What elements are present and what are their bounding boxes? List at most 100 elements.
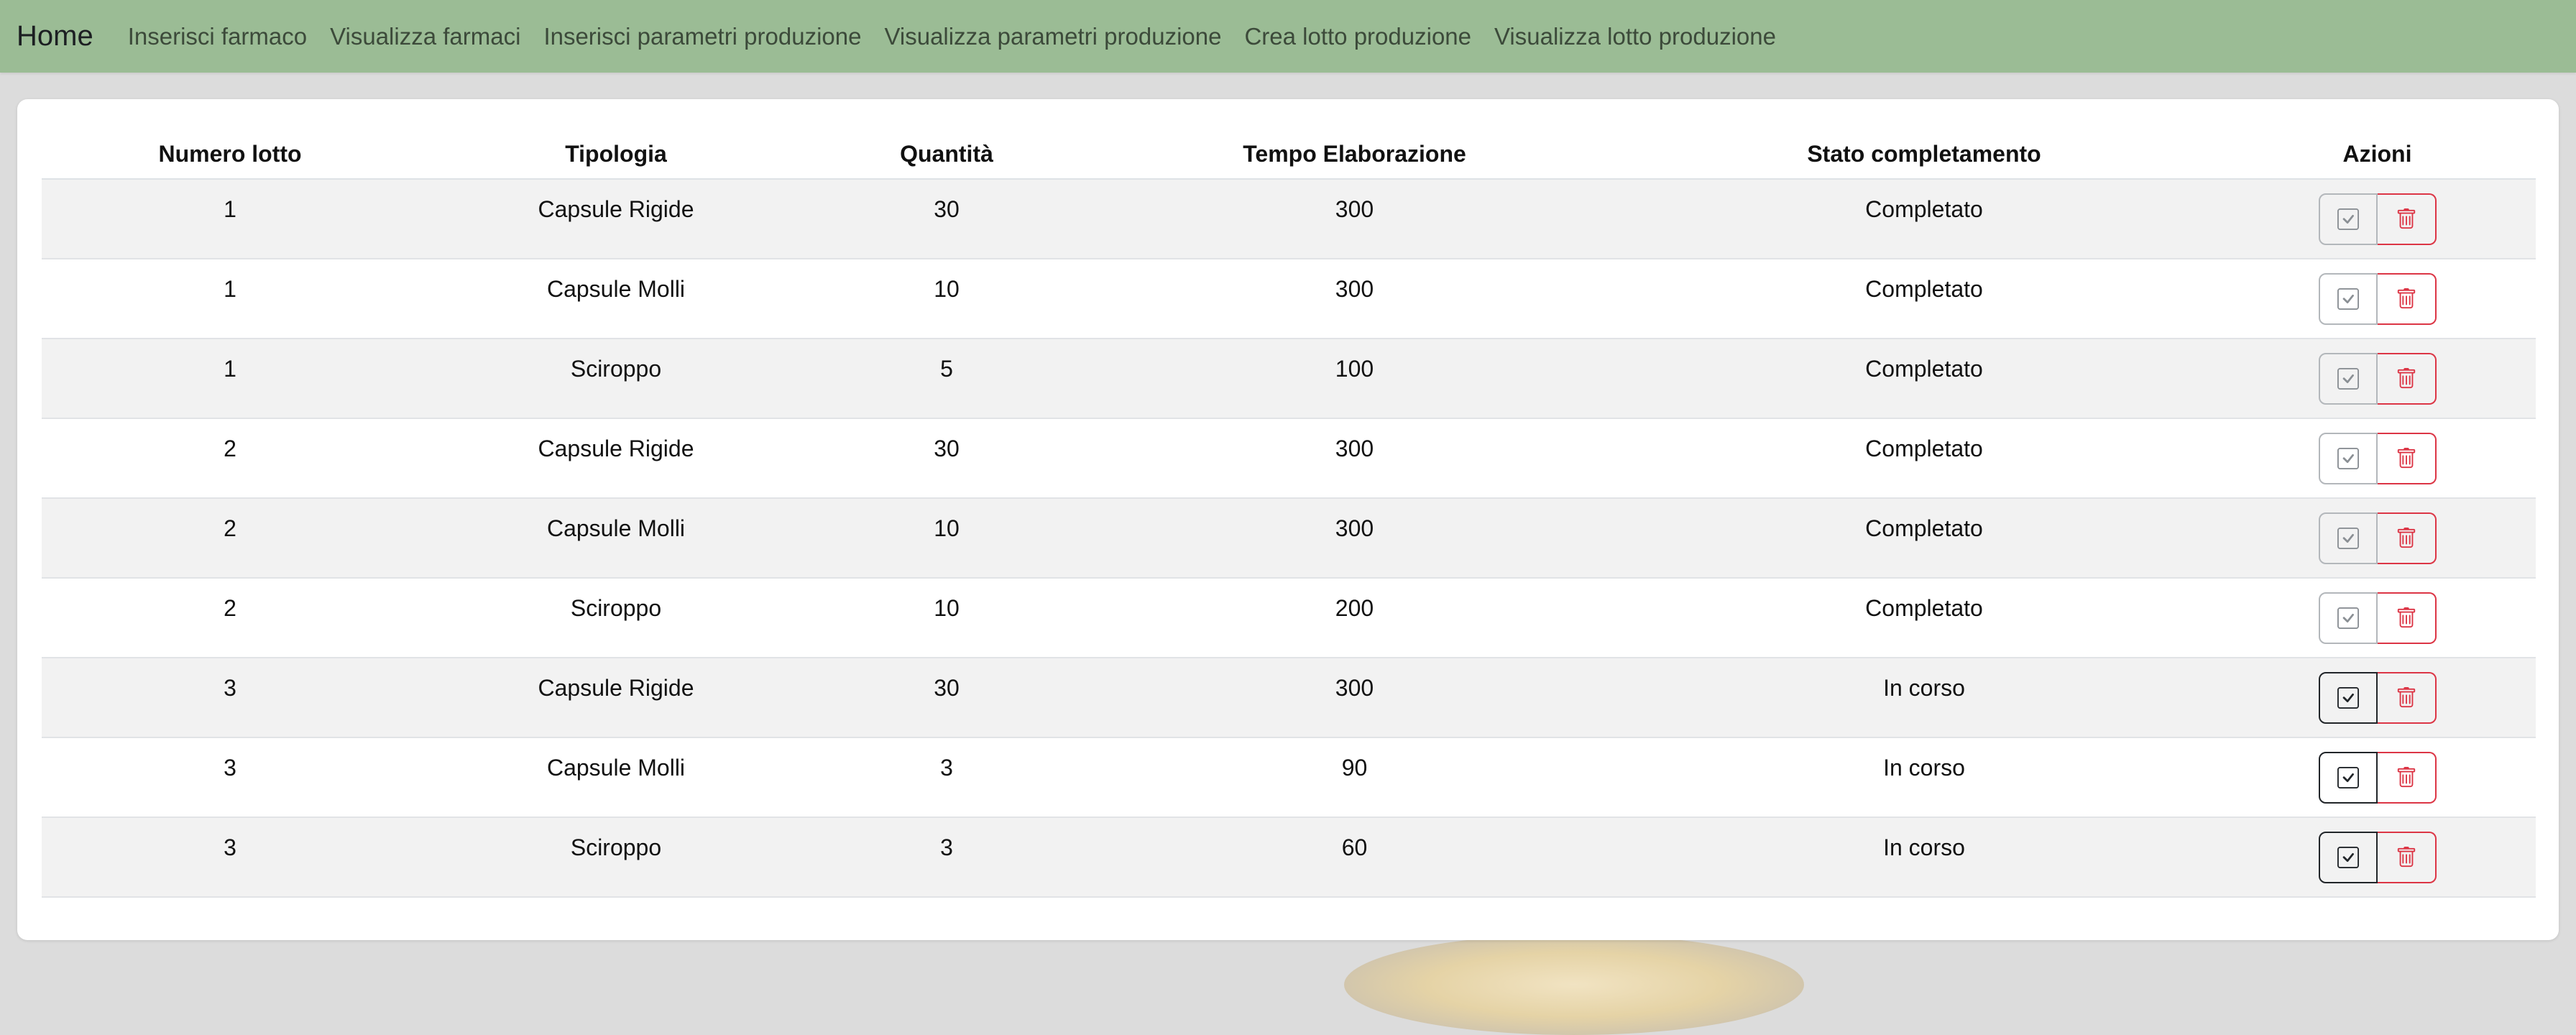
table-row: 1 Sciroppo 5 100 Completato	[42, 339, 2536, 419]
cell-tempo-elaborazione: 300	[1080, 658, 1629, 738]
check-square-icon	[2337, 208, 2359, 230]
cell-tempo-elaborazione: 300	[1080, 498, 1629, 579]
delete-lot-button[interactable]	[2377, 751, 2437, 804]
cell-tempo-elaborazione: 300	[1080, 259, 1629, 339]
cell-quantita: 30	[814, 418, 1080, 499]
table-row: 2 Sciroppo 10 200 Completato	[42, 578, 2536, 658]
action-button-group	[2318, 592, 2437, 644]
nav-link-inserisci-farmaco[interactable]: Inserisci farmaco	[128, 23, 307, 50]
cell-azioni	[2219, 339, 2536, 419]
cell-tipologia-text: Capsule Rigide	[538, 675, 694, 701]
delete-lot-button[interactable]	[2377, 432, 2437, 484]
action-button-group	[2318, 352, 2437, 405]
nav-link-visualizza-parametri-produzione[interactable]: Visualizza parametri produzione	[884, 23, 1221, 50]
cell-tempo-elaborazione: 200	[1080, 578, 1629, 658]
trash-icon	[2396, 208, 2417, 230]
nav-home-link[interactable]: Home	[17, 20, 93, 52]
cell-numero-lotto: 1	[42, 259, 418, 339]
header-stato-completamento: Stato completamento	[1629, 129, 2219, 180]
cell-tipologia: Sciroppo	[418, 339, 814, 419]
complete-lot-button[interactable]	[2318, 193, 2378, 245]
delete-lot-button[interactable]	[2377, 831, 2437, 883]
cell-tipologia: Capsule Molli	[418, 259, 814, 339]
check-square-icon	[2337, 846, 2359, 868]
cell-tempo-elaborazione: 100	[1080, 339, 1629, 419]
cell-stato-completamento: Completato	[1629, 578, 2219, 658]
action-button-group	[2318, 671, 2437, 724]
cell-tempo-elaborazione: 300	[1080, 418, 1629, 499]
check-square-icon	[2337, 367, 2359, 390]
delete-lot-button[interactable]	[2377, 193, 2437, 245]
cell-stato-completamento-text: Completato	[1865, 196, 1983, 222]
cell-azioni	[2219, 817, 2536, 898]
delete-lot-button[interactable]	[2377, 671, 2437, 724]
cell-quantita-text: 3	[940, 755, 953, 781]
cell-tempo-elaborazione: 90	[1080, 737, 1629, 818]
cell-quantita: 10	[814, 498, 1080, 579]
cell-tempo-elaborazione-text: 100	[1335, 356, 1374, 382]
cell-tipologia-text: Capsule Rigide	[538, 196, 694, 222]
complete-lot-button[interactable]	[2318, 751, 2378, 804]
check-square-icon	[2337, 447, 2359, 469]
production-lots-table: Numero lotto Tipologia Quantità Tempo El…	[42, 129, 2536, 898]
delete-lot-button[interactable]	[2377, 352, 2437, 405]
cell-tipologia: Sciroppo	[418, 578, 814, 658]
check-square-icon	[2337, 288, 2359, 310]
nav-link-inserisci-parametri-produzione[interactable]: Inserisci parametri produzione	[543, 23, 861, 50]
complete-lot-button[interactable]	[2318, 512, 2378, 564]
complete-lot-button[interactable]	[2318, 352, 2378, 405]
action-button-group	[2318, 751, 2437, 804]
cell-tempo-elaborazione-text: 200	[1335, 595, 1374, 621]
complete-lot-button[interactable]	[2318, 592, 2378, 644]
complete-lot-button[interactable]	[2318, 272, 2378, 325]
background-image	[1344, 934, 1804, 1035]
cell-tipologia: Capsule Rigide	[418, 179, 814, 259]
cell-quantita: 10	[814, 259, 1080, 339]
cell-numero-lotto: 2	[42, 498, 418, 579]
cell-tipologia-text: Sciroppo	[570, 356, 662, 382]
nav-link-visualizza-lotto-produzione[interactable]: Visualizza lotto produzione	[1494, 23, 1776, 50]
trash-icon	[2396, 527, 2417, 549]
trash-icon	[2396, 367, 2417, 390]
cell-quantita-text: 30	[934, 675, 960, 701]
complete-lot-button[interactable]	[2318, 831, 2378, 883]
delete-lot-button[interactable]	[2377, 592, 2437, 644]
nav-link-crea-lotto-produzione[interactable]: Crea lotto produzione	[1244, 23, 1471, 50]
cell-numero-lotto-text: 3	[224, 675, 236, 701]
cell-azioni	[2219, 179, 2536, 259]
trash-icon	[2396, 288, 2417, 310]
cell-stato-completamento-text: Completato	[1865, 595, 1983, 621]
cell-stato-completamento-text: Completato	[1865, 436, 1983, 461]
cell-azioni	[2219, 737, 2536, 818]
table-row: 2 Capsule Rigide 30 300 Completato	[42, 418, 2536, 499]
table-row: 3 Capsule Rigide 30 300 In corso	[42, 658, 2536, 738]
nav-link-visualizza-farmaci[interactable]: Visualizza farmaci	[330, 23, 520, 50]
header-numero-lotto: Numero lotto	[42, 129, 418, 180]
cell-tempo-elaborazione-text: 300	[1335, 436, 1374, 461]
delete-lot-button[interactable]	[2377, 512, 2437, 564]
cell-quantita: 30	[814, 658, 1080, 738]
cell-tipologia-text: Sciroppo	[570, 595, 662, 621]
cell-tempo-elaborazione-text: 90	[1341, 755, 1368, 781]
cell-tempo-elaborazione-text: 300	[1335, 675, 1374, 701]
header-tempo-elaborazione: Tempo Elaborazione	[1080, 129, 1629, 180]
cell-numero-lotto-text: 2	[224, 595, 236, 621]
cell-numero-lotto-text: 3	[224, 755, 236, 781]
navbar: Home Inserisci farmaco Visualizza farmac…	[0, 0, 2576, 73]
cell-numero-lotto: 2	[42, 578, 418, 658]
cell-stato-completamento-text: Completato	[1865, 276, 1983, 302]
cell-tipologia: Capsule Rigide	[418, 418, 814, 499]
complete-lot-button[interactable]	[2318, 432, 2378, 484]
complete-lot-button[interactable]	[2318, 671, 2378, 724]
cell-azioni	[2219, 578, 2536, 658]
cell-stato-completamento: Completato	[1629, 418, 2219, 499]
cell-tempo-elaborazione-text: 60	[1341, 834, 1368, 860]
cell-quantita: 10	[814, 578, 1080, 658]
delete-lot-button[interactable]	[2377, 272, 2437, 325]
cell-stato-completamento: In corso	[1629, 737, 2219, 818]
table-row: 2 Capsule Molli 10 300 Completato	[42, 498, 2536, 579]
cell-numero-lotto-text: 1	[224, 276, 236, 302]
cell-azioni	[2219, 658, 2536, 738]
cell-numero-lotto: 1	[42, 179, 418, 259]
action-button-group	[2318, 831, 2437, 883]
